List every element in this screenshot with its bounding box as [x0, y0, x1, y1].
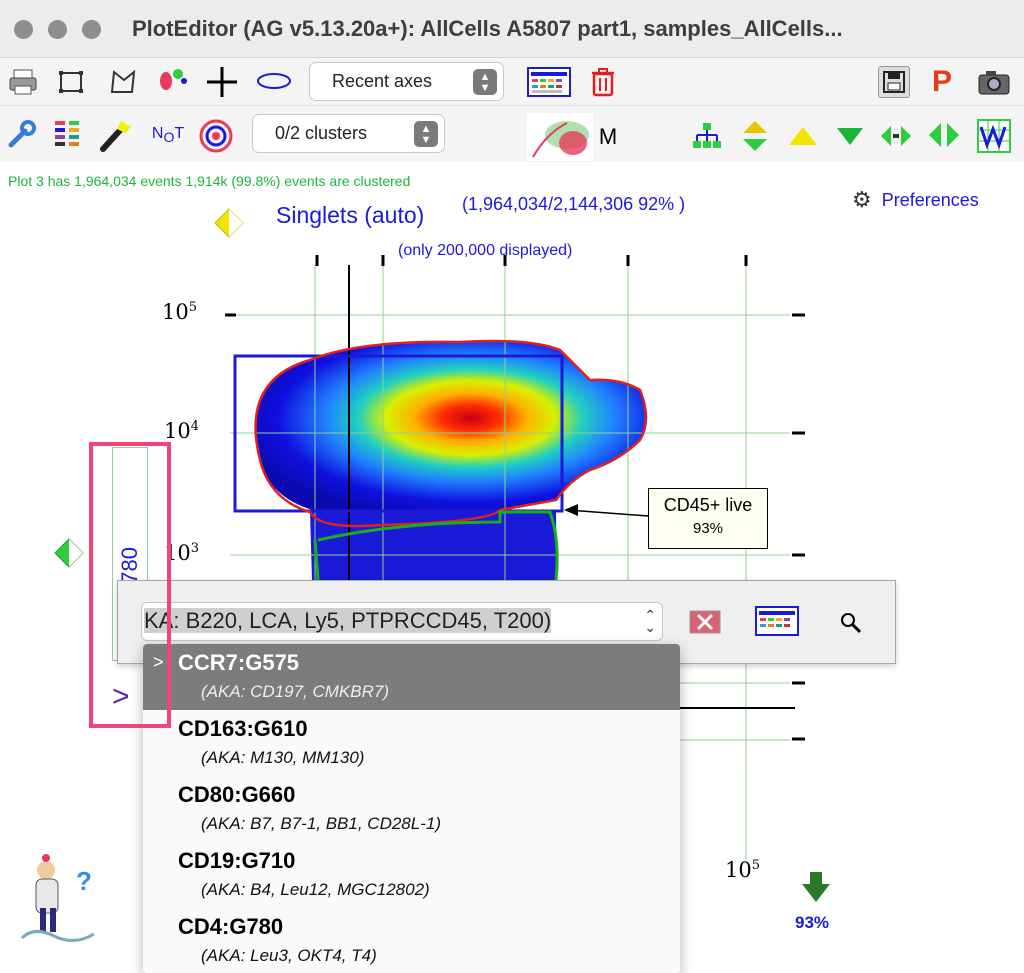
svg-text:?: ?	[76, 866, 92, 896]
triangle-down-icon[interactable]	[834, 122, 866, 150]
ploteditor-window: PlotEditor (AG v5.13.20a+): AllCells A58…	[0, 0, 1024, 973]
print-icon[interactable]	[6, 66, 40, 98]
clusters-select[interactable]: 0/2 clusters ▲ ▼	[252, 114, 445, 153]
y-tick-1e5: 105	[162, 300, 198, 324]
expand-vertical-icon[interactable]	[740, 118, 770, 154]
down-arrow-icon[interactable]	[800, 870, 832, 904]
status-message: Plot 3 has 1,964,034 events 1,914k (99.8…	[8, 173, 411, 189]
minimize-window-button[interactable]	[48, 20, 67, 39]
gate-tooltip: CD45+ live 93%	[648, 488, 768, 549]
magnifier-icon[interactable]	[836, 609, 866, 637]
up-down-chevron-icon: ▲ ▼	[414, 121, 438, 147]
green-diamond-toggle[interactable]	[54, 538, 84, 568]
nodes-icon[interactable]: NOT	[150, 116, 186, 154]
rectangle-gate-icon[interactable]	[54, 66, 88, 98]
list-item[interactable]: CD4:G780 (AKA: Leu3, OKT4, T4)	[143, 908, 680, 973]
zoom-window-button[interactable]	[82, 20, 101, 39]
down-percent: 93%	[795, 913, 830, 932]
save-icon[interactable]	[878, 66, 910, 98]
triangle-up-icon[interactable]	[786, 122, 820, 150]
x-tick-1e5: 105	[725, 858, 761, 882]
chevron-indicator-icon: >	[112, 680, 130, 713]
up-down-chevron-icon: ⌃ ⌄	[644, 607, 656, 635]
color-table-icon[interactable]	[526, 66, 572, 98]
list-item[interactable]: > CCR7:G575 (AKA: CD197, CMKBR7)	[143, 644, 680, 710]
color-table-icon[interactable]	[754, 605, 800, 637]
recent-axes-label: Recent axes	[332, 71, 433, 91]
help-character-icon[interactable]: ?	[14, 848, 104, 944]
yellow-diamond-toggle[interactable]	[214, 208, 244, 238]
highlight-annotation	[89, 442, 171, 728]
wave-grid-icon[interactable]	[976, 118, 1012, 154]
ellipse-gate-icon[interactable]	[254, 66, 294, 96]
wrench-icon[interactable]	[4, 118, 38, 152]
axis-parameter-select[interactable]: KA: B220, LCA, Ly5, PTPRCCD45, T200) ⌃ ⌄	[141, 602, 663, 641]
y-tick-1e4: 104	[164, 419, 200, 443]
target-icon[interactable]	[198, 118, 234, 154]
title-bar: PlotEditor (AG v5.13.20a+): AllCells A58…	[0, 0, 1024, 58]
event-counts: (1,964,034/2,144,306 92% )	[462, 194, 686, 214]
list-item[interactable]: CD163:G610 (AKA: M130, MM130)	[143, 710, 680, 776]
plot-thumbnail[interactable]	[526, 112, 594, 162]
gate-tooltip-percent: 93%	[692, 520, 724, 537]
gate-tooltip-name: CD45+ live	[663, 495, 753, 515]
recent-axes-select[interactable]: Recent axes ▲ ▼	[309, 62, 504, 101]
color-stripes-icon[interactable]	[52, 118, 82, 152]
arrows-outward-icon[interactable]	[926, 120, 962, 150]
toolbar-bottom: NOT 0/2 clusters ▲ ▼ M	[0, 106, 1024, 162]
thumbnail-label: M	[598, 124, 618, 149]
plot-title[interactable]: Singlets (auto)	[276, 202, 424, 229]
clusters-label: 0/2 clusters	[275, 123, 368, 143]
highlighter-icon[interactable]	[96, 116, 136, 154]
clear-x-icon[interactable]	[688, 609, 722, 635]
preferences-label: Preferences	[881, 189, 979, 210]
arrows-left-right-icon[interactable]	[878, 122, 914, 150]
polygon-gate-icon[interactable]	[106, 66, 140, 98]
hierarchy-icon[interactable]	[690, 120, 724, 152]
p-icon[interactable]: P	[926, 64, 958, 100]
trash-icon[interactable]	[588, 66, 618, 98]
parameter-dropdown-list: > CCR7:G575 (AKA: CD197, CMKBR7) CD163:G…	[143, 644, 680, 973]
gear-icon: ⚙	[852, 187, 872, 212]
window-title: PlotEditor (AG v5.13.20a+): AllCells A58…	[132, 16, 843, 41]
list-item[interactable]: CD19:G710 (AKA: B4, Leu12, MGC12802)	[143, 842, 680, 908]
cluster-dots-icon[interactable]	[156, 64, 190, 98]
crosshair-icon[interactable]	[204, 64, 240, 100]
toolbar-top: Recent axes ▲ ▼ P	[0, 58, 1024, 106]
axis-parameter-value: KA: B220, LCA, Ly5, PTPRCCD45, T200)	[144, 608, 552, 633]
camera-icon[interactable]	[976, 66, 1012, 98]
list-item[interactable]: CD80:G660 (AKA: B7, B7-1, BB1, CD28L-1)	[143, 776, 680, 842]
close-window-button[interactable]	[14, 20, 33, 39]
preferences-button[interactable]: ⚙ Preferences	[852, 187, 979, 213]
up-down-chevron-icon: ▲ ▼	[473, 69, 497, 95]
